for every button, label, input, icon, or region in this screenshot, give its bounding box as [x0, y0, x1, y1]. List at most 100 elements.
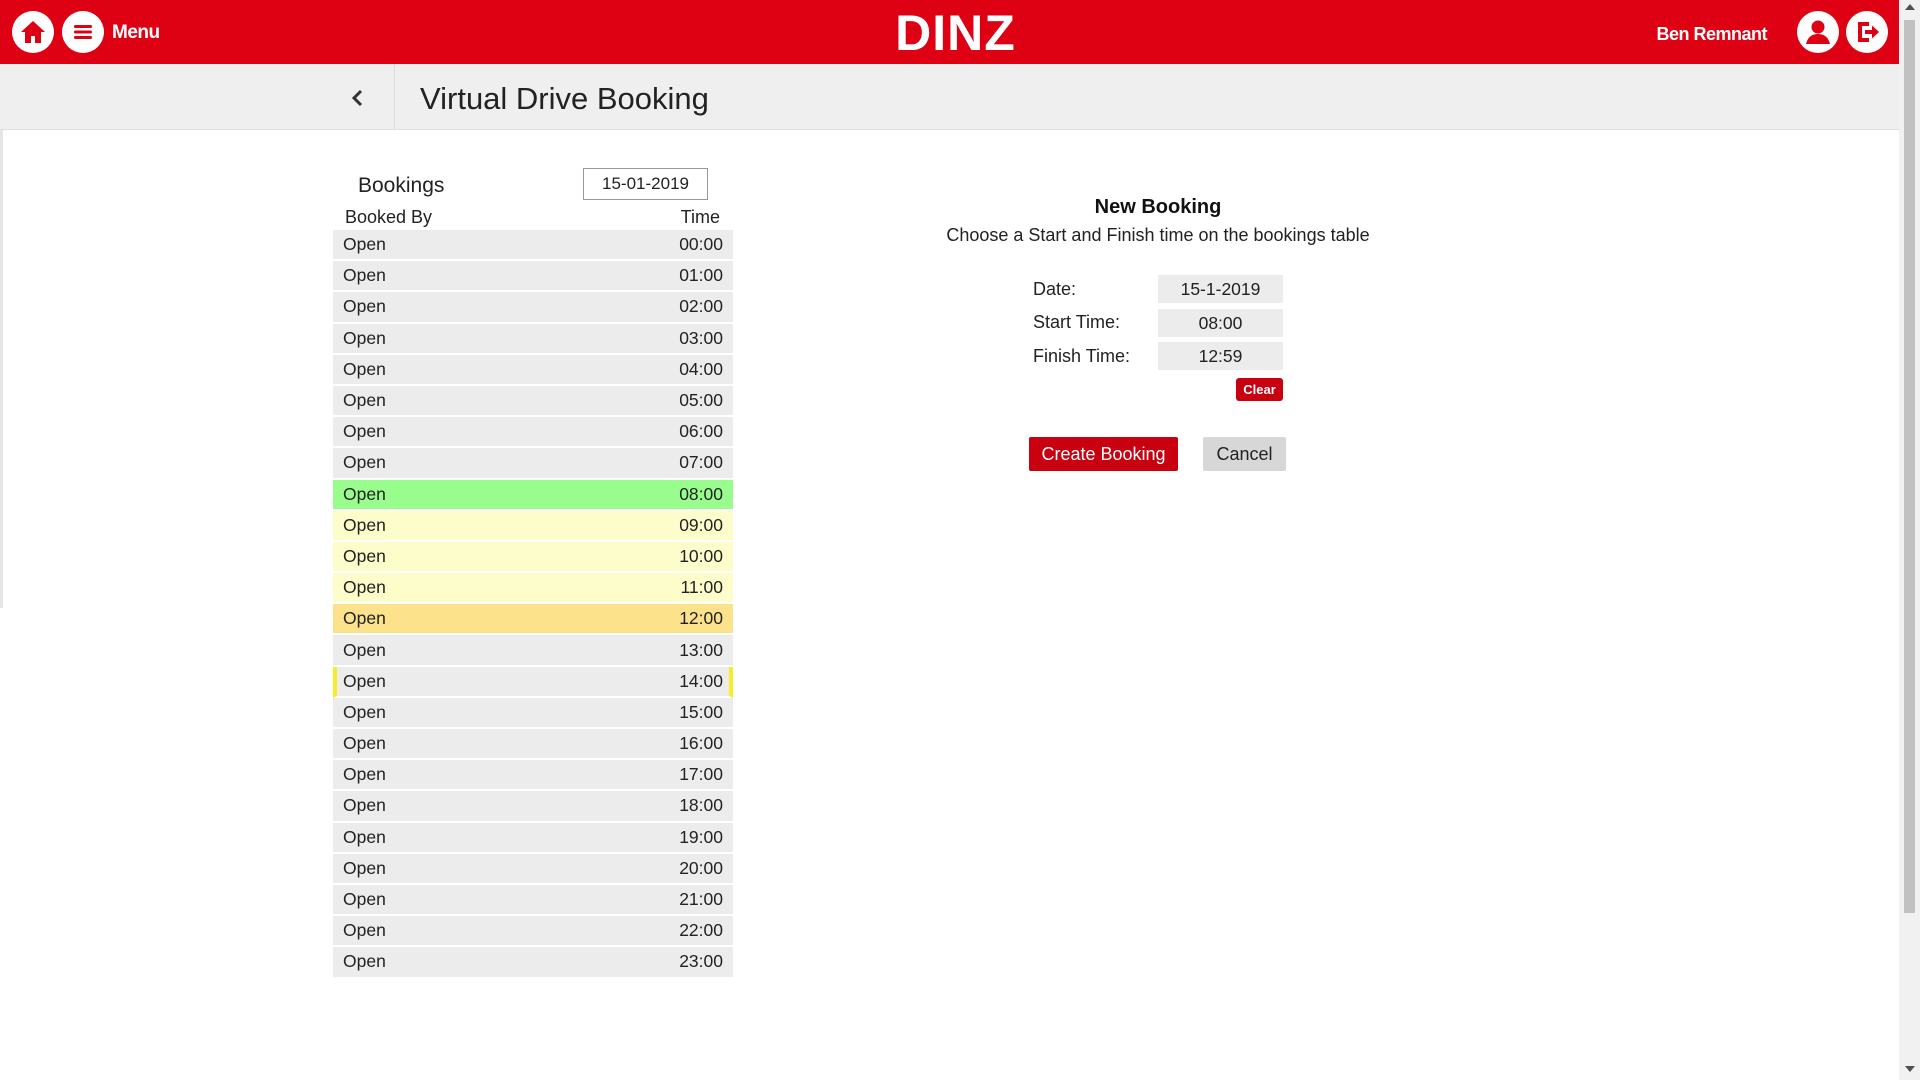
slot-time: 16:00	[679, 733, 723, 754]
slot-time: 06:00	[679, 421, 723, 442]
scroll-down-arrow-icon[interactable]	[1905, 1066, 1915, 1072]
booking-slots-table: Open 00:00 Open 01:00 Open 02:00 Open 03:00 Open…	[333, 230, 733, 979]
header-divider	[394, 64, 395, 130]
slot-time: 02:00	[679, 296, 723, 317]
slot-time: 21:00	[679, 889, 723, 910]
slot-time: 05:00	[679, 390, 723, 411]
slot-booked-by: Open	[343, 514, 386, 535]
slot-time: 22:00	[679, 920, 723, 941]
slot-time: 09:00	[679, 514, 723, 535]
slot-time: 07:00	[679, 452, 723, 473]
chevron-left-icon[interactable]	[344, 84, 372, 112]
bookings-label: Bookings	[358, 174, 445, 197]
logout-icon[interactable]	[1846, 11, 1888, 53]
slot-time: 10:00	[679, 545, 723, 566]
slot-time: 04:00	[679, 358, 723, 379]
slot-time: 12:00	[679, 608, 723, 629]
create-booking-button[interactable]: Create Booking	[1029, 437, 1178, 471]
new-booking-instructions: Choose a Start and Finish time on the bo…	[946, 225, 1370, 245]
start-time-value: 08:00	[1158, 309, 1283, 337]
slot-booked-by: Open	[343, 390, 386, 411]
slot-time: 01:00	[679, 265, 723, 286]
slot-time: 20:00	[679, 857, 723, 878]
slot-booked-by: Open	[343, 701, 386, 722]
booking-slot-row[interactable]: Open 21:00	[333, 884, 733, 917]
slot-time: 18:00	[679, 795, 723, 816]
page-title: Virtual Drive Booking	[420, 81, 709, 116]
booking-slot-row[interactable]: Open 09:00	[333, 510, 733, 542]
scrollbar-thumb[interactable]	[1904, 20, 1915, 913]
booking-slot-row[interactable]: Open 12:00	[333, 604, 733, 636]
booking-slot-row[interactable]: Open 07:00	[333, 448, 733, 480]
booking-slot-row[interactable]: Open 22:00	[333, 916, 733, 948]
column-header-booked-by: Booked By	[345, 207, 433, 227]
booking-slot-row[interactable]: Open 17:00	[333, 760, 733, 792]
bookings-date-input[interactable]	[583, 168, 708, 200]
booking-slot-row[interactable]: Open 13:00	[333, 635, 733, 667]
booking-slot-row[interactable]: Open 18:00	[333, 791, 733, 823]
booking-slot-row[interactable]: Open 00:00	[333, 230, 733, 262]
start-time-label: Start Time:	[1033, 312, 1121, 332]
slot-time: 19:00	[679, 826, 723, 847]
slot-booked-by: Open	[343, 920, 386, 941]
booking-slot-row[interactable]: Open 20:00	[333, 853, 733, 885]
scroll-up-arrow-icon[interactable]	[1905, 4, 1915, 10]
slot-booked-by: Open	[343, 670, 386, 691]
new-booking-title: New Booking	[1094, 196, 1222, 218]
user-account-icon[interactable]	[1797, 11, 1839, 53]
booking-slot-row[interactable]: Open 02:00	[333, 292, 733, 324]
booking-slot-row[interactable]: Open 19:00	[333, 822, 733, 854]
slot-booked-by: Open	[343, 764, 386, 785]
slot-time: 13:00	[679, 639, 723, 660]
slot-time: 17:00	[679, 764, 723, 785]
booking-slot-row[interactable]: Open 08:00	[333, 479, 733, 511]
booking-slot-row[interactable]: Open 01:00	[333, 261, 733, 293]
slot-time: 14:00	[679, 670, 723, 691]
slot-time: 08:00	[679, 483, 723, 504]
slot-time: 11:00	[680, 577, 724, 598]
slot-booked-by: Open	[343, 639, 386, 660]
slot-booked-by: Open	[343, 733, 386, 754]
slot-booked-by: Open	[343, 795, 386, 816]
slot-booked-by: Open	[343, 545, 386, 566]
booking-slot-row[interactable]: Open 11:00	[333, 573, 733, 605]
slot-booked-by: Open	[343, 951, 386, 972]
slot-booked-by: Open	[343, 421, 386, 442]
slot-booked-by: Open	[343, 483, 386, 504]
booking-slot-row[interactable]: Open 14:00	[333, 666, 733, 698]
brand-logo: DINZ	[895, 5, 1016, 61]
slot-booked-by: Open	[343, 452, 386, 473]
booking-slot-row[interactable]: Open 23:00	[333, 947, 733, 979]
booking-slot-row[interactable]: Open 16:00	[333, 729, 733, 761]
slot-booked-by: Open	[343, 234, 386, 255]
page-header: Virtual Drive Booking	[0, 64, 1899, 130]
slot-time: 03:00	[679, 327, 723, 348]
slot-time: 00:00	[679, 234, 723, 255]
slot-booked-by: Open	[343, 358, 386, 379]
booking-slot-row[interactable]: Open 06:00	[333, 417, 733, 449]
booking-slot-row[interactable]: Open 03:00	[333, 323, 733, 355]
finish-time-value: 12:59	[1158, 342, 1283, 370]
slot-booked-by: Open	[343, 265, 386, 286]
clear-button[interactable]: Clear	[1236, 378, 1283, 401]
slot-time: 15:00	[679, 701, 723, 722]
slot-booked-by: Open	[343, 889, 386, 910]
booking-slot-row[interactable]: Open 05:00	[333, 385, 733, 418]
slot-booked-by: Open	[343, 608, 386, 629]
booking-slot-row[interactable]: Open 15:00	[333, 697, 733, 729]
slot-time: 23:00	[679, 951, 723, 972]
slot-booked-by: Open	[343, 857, 386, 878]
vertical-scrollbar[interactable]	[1899, 0, 1920, 1080]
left-edge-strip	[0, 130, 3, 608]
finish-time-label: Finish Time:	[1033, 346, 1131, 366]
top-bar: Menu DINZ Ben Remnant	[0, 0, 1899, 64]
slot-booked-by: Open	[343, 296, 386, 317]
cancel-button[interactable]: Cancel	[1203, 437, 1286, 471]
date-value: 15-1-2019	[1158, 275, 1283, 303]
slot-booked-by: Open	[343, 826, 386, 847]
booking-slot-row[interactable]: Open 04:00	[333, 354, 733, 386]
column-header-time: Time	[680, 207, 720, 227]
date-label: Date:	[1033, 279, 1077, 299]
booking-slot-row[interactable]: Open 10:00	[333, 541, 733, 574]
slot-booked-by: Open	[343, 327, 386, 348]
